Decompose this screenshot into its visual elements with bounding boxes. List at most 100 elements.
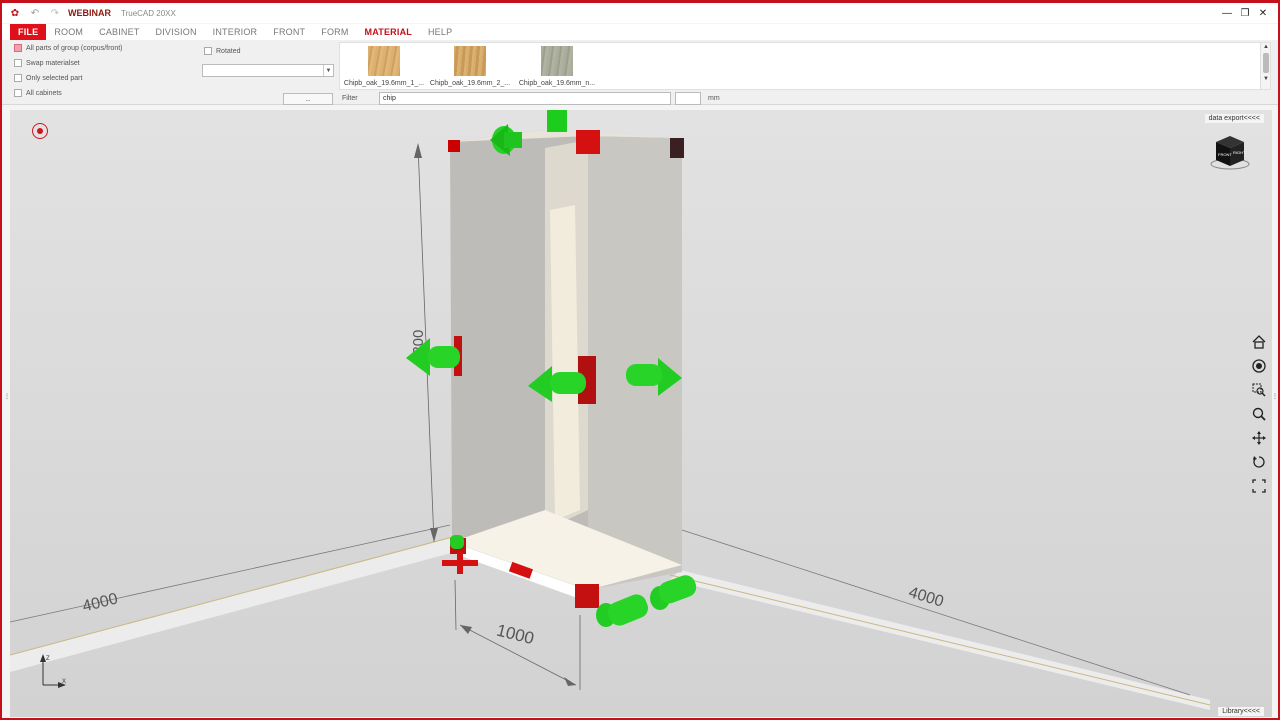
only-selected-checkbox[interactable] bbox=[14, 74, 22, 82]
rotated-checkbox[interactable] bbox=[204, 47, 212, 55]
rotate-icon[interactable] bbox=[1250, 450, 1268, 474]
zoom-window-icon[interactable] bbox=[1250, 378, 1268, 402]
title-bar: ✿ ↶ ↷ WEBINAR TrueCAD 20XX — ❐ ✕ bbox=[2, 3, 1278, 23]
menu-file[interactable]: FILE bbox=[10, 24, 47, 40]
view-toggle-dot bbox=[37, 128, 43, 134]
move-arrow-bottom-left[interactable] bbox=[450, 535, 464, 549]
restore-button[interactable]: ❐ bbox=[1236, 3, 1254, 23]
chevron-down-icon[interactable]: ▼ bbox=[323, 65, 333, 76]
swatch-thumbnail[interactable] bbox=[368, 46, 400, 76]
orbit-icon[interactable] bbox=[1250, 354, 1268, 378]
menu-bar: FILE ROOM CABINET DIVISION INTERIOR FRON… bbox=[2, 24, 1278, 40]
swatch-item[interactable]: Chipb_oak_19.6mm_n... bbox=[513, 46, 601, 87]
all-cabinets-label: All cabinets bbox=[26, 89, 62, 97]
dim-right-label: 4000 bbox=[907, 584, 946, 611]
menu-material[interactable]: MATERIAL bbox=[357, 24, 420, 40]
all-parts-label: All parts of group (corpus/front) bbox=[26, 44, 123, 52]
app-logo-icon[interactable]: ✿ bbox=[8, 6, 22, 20]
dim-width-arrow-left bbox=[460, 625, 472, 634]
dim-height-arrow-top bbox=[414, 143, 422, 158]
undo-icon[interactable]: ↶ bbox=[28, 6, 42, 20]
swatch-label: Chipb_oak_19.6mm_2_... bbox=[429, 80, 511, 87]
menu-cabinet[interactable]: CABINET bbox=[91, 24, 147, 40]
document-title: TrueCAD 20XX bbox=[121, 8, 176, 18]
viewcube-right-label[interactable]: RIGHT bbox=[1233, 150, 1246, 155]
floor-strip-left bbox=[10, 535, 462, 672]
menu-help[interactable]: HELP bbox=[420, 24, 460, 40]
minimize-button[interactable]: — bbox=[1218, 3, 1236, 23]
scene-drawing[interactable]: 4000 4000 2200 1000 Z X bbox=[10, 110, 1272, 717]
dim-left-label: 4000 bbox=[81, 590, 120, 615]
swatch-label: Chipb_oak_19.6mm_1_... bbox=[343, 80, 425, 87]
move-arrow-top[interactable] bbox=[547, 110, 567, 132]
filter-input[interactable]: chip bbox=[379, 92, 671, 105]
scroll-thumb[interactable] bbox=[1262, 53, 1269, 73]
zoom-icon[interactable] bbox=[1250, 402, 1268, 426]
menu-front[interactable]: FRONT bbox=[265, 24, 313, 40]
dim-width-tick-left bbox=[454, 579, 457, 631]
floor-edge-left bbox=[10, 534, 461, 656]
cabinet-inner-light bbox=[550, 205, 580, 520]
material-combo[interactable]: ▼ bbox=[202, 64, 334, 77]
menu-form[interactable]: FORM bbox=[313, 24, 356, 40]
swap-checkbox[interactable] bbox=[14, 59, 22, 67]
app-name: WEBINAR bbox=[68, 8, 111, 18]
swap-label: Swap materialset bbox=[26, 59, 80, 67]
3d-viewport[interactable]: 4000 4000 2200 1000 Z X data export<<<< … bbox=[10, 110, 1272, 717]
material-panel: All parts of group (corpus/front) Swap m… bbox=[2, 40, 1278, 105]
option-only-selected[interactable]: Only selected part bbox=[14, 74, 82, 82]
thickness-input[interactable] bbox=[675, 92, 701, 105]
option-all-parts[interactable]: All parts of group (corpus/front) bbox=[14, 44, 123, 52]
view-toggle-icon[interactable] bbox=[32, 123, 48, 139]
corner-handle[interactable] bbox=[448, 140, 460, 152]
menu-room[interactable]: ROOM bbox=[46, 24, 91, 40]
option-all-cabinets[interactable]: All cabinets bbox=[14, 89, 62, 97]
fullscreen-icon[interactable] bbox=[1250, 474, 1268, 498]
dim-width-arrow-right bbox=[564, 677, 576, 686]
dim-width-label: 1000 bbox=[495, 621, 536, 649]
swatch-label: Chipb_oak_19.6mm_n... bbox=[518, 80, 596, 87]
unit-label: mm bbox=[708, 95, 720, 102]
all-parts-checkbox[interactable] bbox=[14, 44, 22, 52]
redo-icon[interactable]: ↷ bbox=[48, 6, 62, 20]
only-selected-label: Only selected part bbox=[26, 74, 83, 82]
rotated-label: Rotated bbox=[216, 47, 241, 55]
right-splitter-handle[interactable]: ⋮ bbox=[1272, 393, 1278, 423]
viewcube[interactable]: FRONT RIGHT bbox=[1210, 134, 1250, 172]
library-button[interactable]: Library<<<< bbox=[1218, 707, 1264, 716]
app-window: ✿ ↶ ↷ WEBINAR TrueCAD 20XX — ❐ ✕ FILE RO… bbox=[0, 0, 1280, 720]
viewcube-front-label[interactable]: FRONT bbox=[1218, 152, 1232, 157]
dim-height-arrow-bottom bbox=[430, 528, 438, 542]
floor-marker bbox=[457, 552, 463, 574]
corner-handle[interactable] bbox=[670, 138, 684, 158]
all-cabinets-checkbox[interactable] bbox=[14, 89, 22, 97]
view-toolbar bbox=[1250, 330, 1268, 498]
swatch-thumbnail[interactable] bbox=[541, 46, 573, 76]
swatch-list: Chipb_oak_19.6mm_1_... Chipb_oak_19.6mm_… bbox=[339, 42, 1271, 90]
window-controls: — ❐ ✕ bbox=[1218, 3, 1272, 23]
axis-z-label: Z bbox=[46, 656, 50, 662]
option-rotated[interactable]: Rotated bbox=[204, 47, 241, 55]
scroll-down-icon[interactable]: ▼ bbox=[1261, 75, 1271, 83]
axis-x-label: X bbox=[62, 679, 66, 685]
cabinet-right-panel[interactable] bbox=[588, 136, 682, 590]
swatch-scrollbar[interactable]: ▲ ▼ bbox=[1260, 43, 1270, 89]
home-icon[interactable] bbox=[1250, 330, 1268, 354]
swatch-item[interactable]: Chipb_oak_19.6mm_1_... bbox=[340, 46, 428, 87]
menu-division[interactable]: DIVISION bbox=[148, 24, 205, 40]
option-swap[interactable]: Swap materialset bbox=[14, 59, 80, 67]
menu-interior[interactable]: INTERIOR bbox=[205, 24, 266, 40]
filter-label: Filter bbox=[342, 95, 358, 102]
close-button[interactable]: ✕ bbox=[1254, 3, 1272, 23]
swatch-item[interactable]: Chipb_oak_19.6mm_2_... bbox=[426, 46, 514, 87]
corner-handle[interactable] bbox=[576, 130, 600, 154]
scroll-up-icon[interactable]: ▲ bbox=[1261, 43, 1271, 51]
move-arrow-bottom-front[interactable] bbox=[596, 591, 651, 628]
dim-line-right bbox=[681, 529, 1191, 696]
data-export-button[interactable]: data export<<<< bbox=[1204, 114, 1264, 123]
browse-button[interactable]: .. bbox=[283, 93, 333, 105]
pan-icon[interactable] bbox=[1250, 426, 1268, 450]
corner-handle[interactable] bbox=[575, 584, 599, 608]
swatch-thumbnail[interactable] bbox=[454, 46, 486, 76]
left-splitter-handle[interactable]: ⋮ bbox=[4, 393, 10, 423]
